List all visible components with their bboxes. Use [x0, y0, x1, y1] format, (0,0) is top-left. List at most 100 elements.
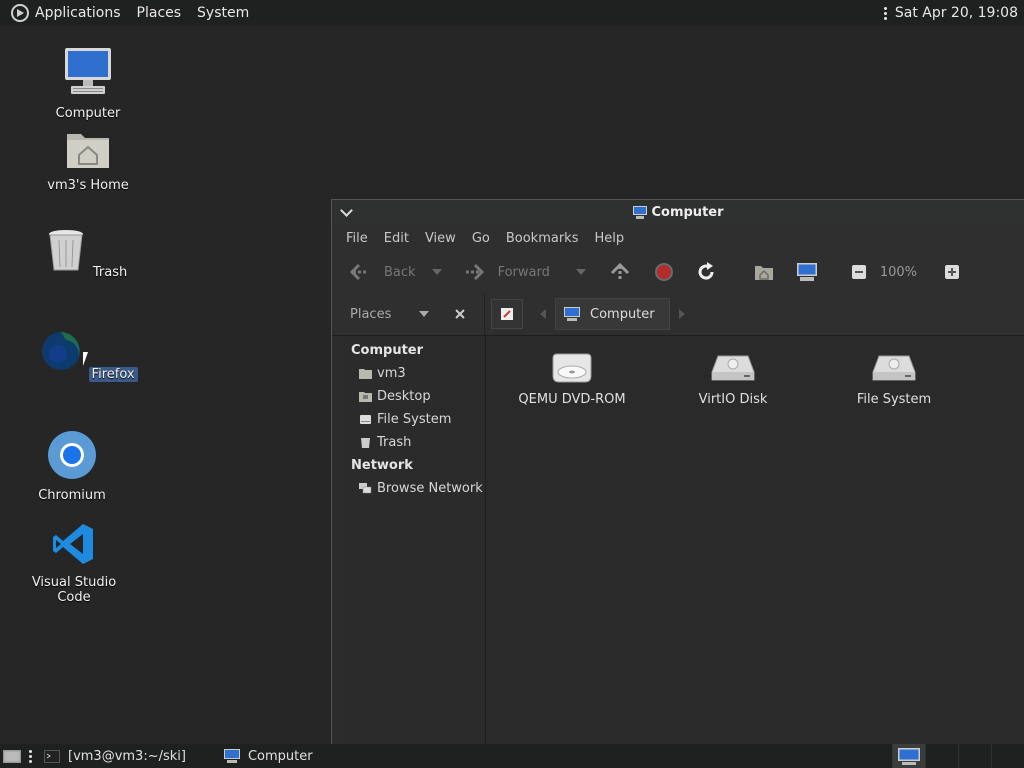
menu-help[interactable]: Help: [594, 231, 624, 246]
taskbar-item-computer[interactable]: Computer: [218, 744, 319, 768]
places-label: Places: [350, 306, 392, 322]
clock[interactable]: Sat Apr 20, 19:08: [895, 5, 1018, 21]
sidebar-item-label: Desktop: [377, 389, 431, 404]
desktop-icon-home[interactable]: vm3's Home: [33, 128, 143, 193]
panel-right: Sat Apr 20, 19:08: [883, 5, 1018, 21]
menu-file[interactable]: File: [346, 231, 368, 246]
toggle-location-entry-button[interactable]: [491, 299, 523, 329]
sidebar-item-file-system[interactable]: File System: [337, 408, 485, 431]
menu-applications[interactable]: Applications: [35, 5, 121, 21]
sidebar-item-label: File System: [377, 412, 452, 427]
desktop-icon-trash[interactable]: Trash: [33, 228, 143, 280]
drive-label: File System: [856, 392, 932, 407]
computer-icon: [564, 307, 580, 321]
sidebar-item-label: Browse Network: [377, 481, 483, 496]
taskbar-item-label: [vm3@vm3:~/ski]: [68, 748, 186, 764]
file-view: QEMU DVD-ROM VirtIO Disk File System: [486, 336, 1024, 745]
sidebar-item-browse-network[interactable]: Browse Network: [337, 477, 485, 500]
back-button[interactable]: Back: [350, 263, 416, 281]
close-icon[interactable]: [455, 309, 466, 319]
computer-icon: [633, 206, 648, 219]
workspace-3[interactable]: [958, 744, 991, 768]
sidebar-item-vm3[interactable]: vm3: [337, 362, 485, 385]
reload-icon[interactable]: [696, 262, 716, 282]
home-icon[interactable]: [754, 263, 774, 281]
zoom-out-icon[interactable]: [851, 265, 866, 279]
hard-disk-icon: [711, 355, 755, 381]
file-manager-window: Computer File Edit View Go Bookmarks Hel…: [331, 199, 1024, 745]
location-bar: Places Computer: [332, 293, 1024, 336]
breadcrumb-computer[interactable]: Computer: [555, 298, 670, 330]
workspace-switcher: [892, 744, 1024, 768]
drive-icon: [360, 415, 371, 424]
drive-file-system[interactable]: File System: [829, 352, 959, 407]
desktop-icon-label: Chromium: [38, 488, 106, 503]
crumb-scroll-left-icon[interactable]: [539, 309, 547, 319]
forward-label: Forward: [497, 264, 550, 280]
forward-history-chevron-down-icon[interactable]: [575, 269, 586, 275]
menu-places[interactable]: Places: [137, 5, 182, 21]
window-titlebar[interactable]: Computer: [332, 200, 1024, 225]
home-folder-icon: [359, 369, 372, 379]
top-panel: Applications Places System Sat Apr 20, 1…: [0, 0, 1024, 26]
back-history-chevron-down-icon[interactable]: [431, 269, 442, 275]
workspace-1[interactable]: [892, 744, 925, 768]
home-folder-icon: [67, 134, 109, 168]
desktop-folder-icon: [359, 392, 372, 402]
forward-button[interactable]: Forward: [464, 263, 550, 281]
side-pane-selector[interactable]: Places: [337, 293, 485, 335]
drive-label: QEMU DVD-ROM: [518, 392, 626, 407]
up-arrow-icon[interactable]: [610, 262, 630, 282]
sidebar-heading-computer: Computer: [351, 343, 424, 358]
drive-virtio-disk[interactable]: VirtIO Disk: [668, 352, 798, 407]
menu-view[interactable]: View: [425, 231, 456, 246]
menu-system[interactable]: System: [197, 5, 249, 21]
zoom-in-icon[interactable]: [945, 265, 960, 279]
back-label: Back: [384, 264, 416, 280]
sidebar-item-trash[interactable]: Trash: [337, 431, 485, 454]
breadcrumb-label: Computer: [590, 306, 655, 322]
sidebar-item-label: vm3: [377, 366, 406, 381]
panel-handle-icon[interactable]: [883, 6, 887, 20]
crumb-scroll-right-icon[interactable]: [678, 309, 686, 319]
computer-icon[interactable]: [796, 262, 818, 282]
edit-pencil-icon: [501, 308, 513, 320]
desktop-icon-computer[interactable]: Computer: [33, 46, 143, 121]
window-menu-chevron-icon[interactable]: [340, 204, 353, 217]
back-arrow-icon: [350, 263, 368, 281]
panel-handle-icon[interactable]: [29, 749, 32, 763]
window-title: Computer: [651, 205, 724, 220]
vscode-icon: [53, 524, 93, 564]
optical-drive-icon: [552, 353, 592, 383]
mate-logo-icon[interactable]: [11, 4, 29, 22]
taskbar-item-terminal[interactable]: [vm3@vm3:~/ski]: [38, 744, 192, 768]
sidebar-item-desktop[interactable]: Desktop: [337, 385, 485, 408]
stop-icon[interactable]: [654, 262, 674, 282]
menu-edit[interactable]: Edit: [384, 231, 409, 246]
drive-qemu-dvd-rom[interactable]: QEMU DVD-ROM: [507, 352, 637, 407]
workspace-2[interactable]: [925, 744, 958, 768]
firefox-icon: [42, 332, 81, 370]
show-desktop-icon[interactable]: [3, 748, 23, 764]
desktop-icon-chromium[interactable]: Chromium: [17, 430, 127, 503]
menu-bookmarks[interactable]: Bookmarks: [506, 231, 579, 246]
hard-disk-icon: [872, 355, 916, 381]
computer-icon: [65, 48, 111, 94]
drive-label: VirtIO Disk: [698, 392, 768, 407]
main-menu: Applications Places System: [0, 0, 249, 26]
workspace-4[interactable]: [991, 744, 1024, 768]
taskbar-item-label: Computer: [247, 748, 313, 764]
trash-icon: [48, 230, 83, 271]
chromium-icon: [48, 431, 96, 479]
zoom-level: 100%: [879, 264, 918, 280]
computer-icon: [223, 749, 240, 763]
terminal-icon: [44, 749, 60, 763]
menu-go[interactable]: Go: [472, 231, 490, 246]
network-icon: [359, 483, 372, 494]
window-toolbar: Back Forward 100%: [332, 251, 1024, 293]
sidebar-heading-network: Network: [351, 458, 413, 473]
desktop-icon-vscode[interactable]: Visual Studio Code: [14, 521, 134, 605]
window-menubar: File Edit View Go Bookmarks Help: [332, 225, 1024, 251]
computer-icon: [898, 747, 920, 765]
forward-arrow-icon: [465, 263, 484, 281]
